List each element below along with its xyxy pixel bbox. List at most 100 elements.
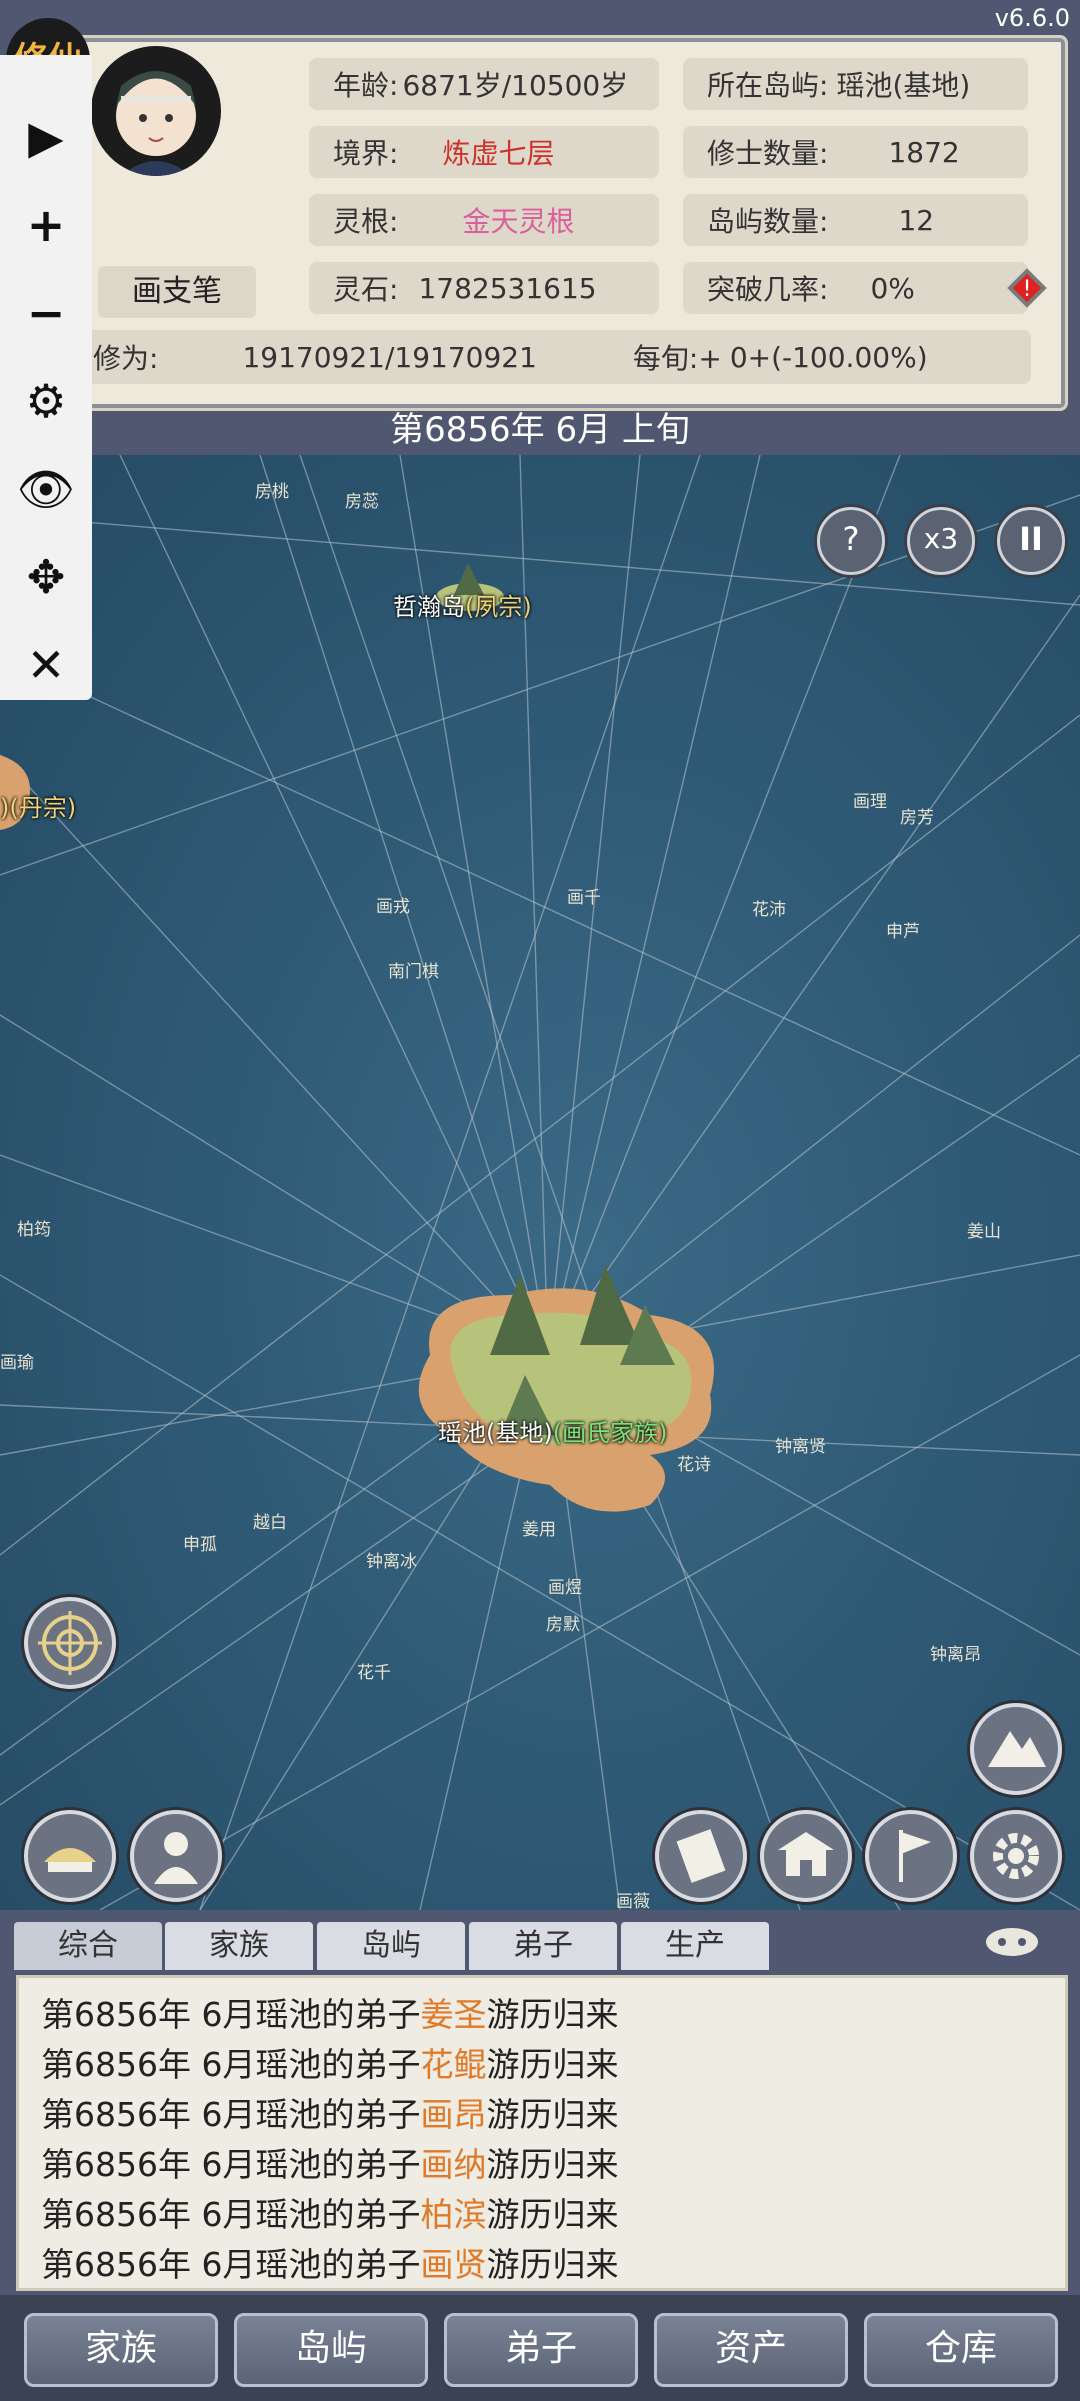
settings-map-button[interactable] [970,1810,1062,1902]
place-label[interactable]: 画薇 [616,1887,650,1910]
world-map[interactable]: 哲瀚岛(夙宗) )(丹宗) 瑶池(基地)(画氏家族) 房桃 房蕊 画理 房芳 画… [0,455,1080,1910]
move-button[interactable]: ✥ [0,537,92,617]
avatar[interactable] [91,46,221,176]
realm-field: 境界: 炼虚七层 [309,126,659,178]
flag-icon [899,1830,931,1882]
island-value: 瑶池(基地) [836,69,971,102]
place-label[interactable]: 画煜 [548,1573,582,1598]
place-label[interactable]: 申芦 [886,917,920,942]
place-label[interactable]: 钟离昂 [930,1640,981,1665]
settings-button[interactable]: ⚙ [0,361,92,441]
breakthrough-alert-icon[interactable]: ! [1005,266,1049,310]
age-field: 年龄: 6871岁/10500岁 [309,58,659,110]
tab-general[interactable]: 综合 [14,1922,162,1970]
log-entry: 第6856年 6月瑶池的弟子姜圣游历归来 [41,1995,619,2034]
place-label[interactable]: 房芳 [900,803,934,828]
place-label[interactable]: 画千 [567,883,601,908]
zhehan-name: 哲瀚岛 [393,593,465,621]
place-label[interactable]: 画瑜 [0,1348,34,1373]
view-toggle-button[interactable]: 👁 [0,449,92,529]
pavilion-icon [778,1832,834,1876]
per-xun-value: 0+(-100.00%) [729,340,928,374]
tab-production[interactable]: 生产 [621,1922,769,1970]
play-button[interactable]: ▶ [0,97,92,177]
age-value: 6871岁/10500岁 [402,69,629,102]
place-label[interactable]: 画理 [853,787,887,812]
island-label: 所在岛屿: [707,69,829,102]
yaochi-name: 瑶池(基地) [438,1419,553,1447]
yaochi-clan: (画氏家族) [552,1419,668,1447]
nav-warehouse-button[interactable]: 仓库 [864,2313,1058,2387]
locate-button[interactable] [24,1597,116,1689]
stones-value: 1782531615 [418,271,597,305]
disciple-button[interactable] [130,1810,222,1902]
realm-label: 境界: [333,137,399,170]
log-entry: 第6856年 6月瑶池的弟子画纳游历归来 [41,2145,619,2184]
zhehan-sect: (夙宗) [465,593,532,621]
nav-clan-button[interactable]: 家族 [24,2313,218,2387]
dan-sect-label[interactable]: )(丹宗) [0,788,76,823]
place-label[interactable]: 花沛 [752,895,786,920]
xiuwei-field: 修为: 19170921/19170921 每旬:+ 0+(-100.00%) [63,330,1031,384]
flag-button[interactable] [865,1810,957,1902]
nav-assets-button[interactable]: 资产 [654,2313,848,2387]
age-label: 年龄: [333,69,399,102]
place-label[interactable]: 姜用 [522,1515,556,1540]
place-label[interactable]: 房蕊 [345,487,379,512]
terrain-button[interactable] [970,1703,1062,1795]
place-label[interactable]: 钟离冰 [366,1547,417,1572]
place-label[interactable]: 花诗 [677,1450,711,1475]
breakthrough-value: 0% [870,271,915,305]
island-field: 所在岛屿: 瑶池(基地) [683,58,1028,110]
tab-clan[interactable]: 家族 [165,1922,313,1970]
mountain-icon [988,1731,1046,1767]
zhehan-island-label[interactable]: 哲瀚岛(夙宗) [393,587,532,622]
help-button[interactable]: ? [817,507,885,575]
character-panel: 画支笔 年龄: 6871岁/10500岁 境界: 炼虚七层 灵根: 金天灵根 灵… [50,35,1068,411]
tab-islands[interactable]: 岛屿 [317,1922,465,1970]
gear-icon [993,1833,1039,1879]
islands-count-field: 岛屿数量: 12 [683,194,1028,246]
place-label[interactable]: 钟离贤 [775,1432,826,1457]
cultivators-label: 修士数量: [707,137,829,170]
zoom-out-button[interactable]: − [0,273,92,353]
per-xun-label: 每旬:+ [632,342,722,375]
sect-gate-button[interactable] [24,1810,116,1902]
building-button[interactable] [760,1810,852,1902]
place-label[interactable]: 房桃 [255,477,289,502]
left-toolbar: ▶ + − ⚙ 👁 ✥ ✕ [0,55,92,700]
place-label[interactable]: 申孤 [183,1530,217,1555]
breakthrough-field: 突破几率: 0% [683,262,1028,314]
xiuwei-label: 修为: [93,342,159,375]
place-label[interactable]: 房默 [546,1610,580,1635]
zoom-in-button[interactable]: + [0,185,92,265]
pause-button[interactable]: II [997,507,1065,575]
log-collapse-icon[interactable] [982,1922,1042,1962]
nav-disciples-button[interactable]: 弟子 [444,2313,638,2387]
place-label[interactable]: 南门棋 [388,957,439,982]
place-label[interactable]: 姜山 [967,1217,1001,1242]
place-label[interactable]: 越白 [253,1508,287,1533]
place-label[interactable]: 柏筠 [17,1215,51,1240]
place-label[interactable]: 画戎 [376,892,410,917]
close-button[interactable]: ✕ [0,625,92,705]
log-entry: 第6856年 6月瑶池的弟子画昂游历归来 [41,2095,619,2134]
log-box[interactable]: 第6856年 6月瑶池的弟子姜圣游历归来 第6856年 6月瑶池的弟子花鲲游历归… [16,1975,1068,2291]
yaochi-island-label[interactable]: 瑶池(基地)(画氏家族) [438,1413,667,1448]
place-label[interactable]: 花千 [357,1658,391,1683]
cultivators-field: 修士数量: 1872 [683,126,1028,178]
yaochi-island[interactable] [390,1235,750,1535]
character-name: 画支笔 [98,266,256,318]
realm-value: 炼虚七层 [442,137,555,170]
tab-disciples[interactable]: 弟子 [469,1922,617,1970]
root-value: 金天灵根 [462,205,575,238]
crosshair-icon [38,1611,102,1675]
route-lines [0,455,1080,1910]
nav-islands-button[interactable]: 岛屿 [234,2313,428,2387]
scroll-button[interactable] [655,1810,747,1902]
breakthrough-label: 突破几率: [707,273,829,306]
speed-button[interactable]: x3 [907,507,975,575]
stones-field: 灵石: 1782531615 [309,262,659,314]
xiuwei-value: 19170921/19170921 [242,340,537,374]
gate-icon [44,1848,96,1872]
